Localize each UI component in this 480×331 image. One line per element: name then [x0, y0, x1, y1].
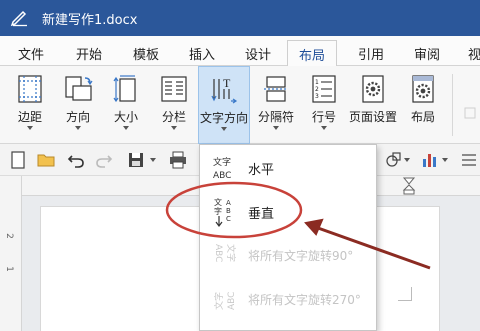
rotate-90-text-icon: 文字 ABC	[213, 244, 237, 262]
new-document-icon[interactable]	[8, 150, 28, 170]
svg-text:1: 1	[315, 79, 319, 86]
size-label: 大小	[113, 110, 138, 124]
layout-gear-icon	[412, 75, 434, 103]
vertical-text-icon: 文 字 A B C	[214, 197, 231, 227]
menu-item-vertical[interactable]: 文 字 A B C 垂直	[200, 189, 376, 233]
save-icon[interactable]	[126, 150, 146, 170]
open-folder-icon[interactable]	[36, 150, 56, 170]
layout-label: 布局	[410, 110, 435, 124]
svg-text:ABC: ABC	[213, 171, 231, 181]
ruler-tick: 1	[3, 266, 14, 272]
columns-icon	[161, 76, 187, 102]
svg-text:ABC: ABC	[227, 292, 237, 310]
layout-button[interactable]: 布局	[404, 66, 442, 144]
menu-item-label: 将所有文字旋转90°	[248, 249, 354, 263]
chevron-down-icon	[171, 126, 177, 130]
faded-icon	[464, 107, 476, 119]
ribbon-divider	[452, 74, 453, 136]
ribbon-tab-bar: 文件 开始 模板 插入 设计 布局 引用 审阅 视	[0, 36, 480, 67]
menu-item-horizontal[interactable]: 文字 ABC 水平	[200, 145, 376, 189]
chevron-down-icon	[123, 126, 129, 130]
svg-text:A: A	[226, 199, 231, 207]
undo-icon[interactable]	[66, 150, 86, 170]
text-direction-icon: T	[211, 76, 238, 104]
tab-insert[interactable]: 插入	[189, 44, 215, 63]
orientation-icon	[65, 76, 93, 101]
chevron-down-icon[interactable]	[442, 158, 448, 162]
chevron-down-icon[interactable]	[150, 158, 156, 162]
svg-text:T: T	[223, 76, 231, 90]
tab-layout[interactable]: 布局	[287, 40, 338, 67]
svg-text:字: 字	[214, 206, 222, 216]
tab-view[interactable]: 视	[468, 44, 480, 63]
chevron-down-icon	[273, 126, 279, 130]
chevron-down-icon	[27, 126, 33, 130]
chevron-down-icon	[221, 127, 227, 131]
menu-item-label: 水平	[248, 163, 275, 178]
vertical-ruler[interactable]: 2 1	[0, 176, 22, 331]
svg-text:B: B	[226, 207, 231, 215]
margins-label: 边距	[17, 110, 42, 124]
svg-text:2: 2	[315, 86, 319, 93]
window-title: 新建写作1.docx	[42, 13, 138, 28]
title-bar: 新建写作1.docx	[0, 0, 480, 36]
page-setup-gear-icon	[362, 75, 384, 103]
text-direction-menu: 文字 ABC 水平 文 字 A B C 垂直 文字 ABC 将所有文字旋转90°…	[199, 144, 377, 331]
chart-icon[interactable]	[420, 150, 440, 170]
svg-text:3: 3	[315, 93, 319, 100]
print-icon[interactable]	[168, 150, 188, 170]
svg-text:C: C	[226, 215, 231, 223]
size-button[interactable]: 大小	[104, 66, 148, 144]
svg-text:文字: 文字	[213, 156, 231, 168]
svg-text:文字: 文字	[213, 292, 225, 310]
breaks-button[interactable]: 分隔符	[252, 66, 300, 144]
orientation-label: 方向	[65, 110, 90, 124]
columns-label: 分栏	[161, 110, 186, 124]
shape-icon[interactable]	[383, 150, 403, 170]
chevron-down-icon	[321, 126, 327, 130]
tab-templates[interactable]: 模板	[133, 44, 159, 63]
line-numbers-icon: 1 2 3	[312, 75, 336, 103]
text-direction-button[interactable]: T 文字方向	[198, 66, 250, 144]
line-numbers-button[interactable]: 1 2 3 行号	[304, 66, 344, 144]
indent-marker-icon[interactable]	[402, 177, 416, 195]
svg-text:文: 文	[214, 197, 222, 207]
page-break-icon	[264, 76, 288, 102]
redo-icon[interactable]	[94, 150, 114, 170]
page-setup-button[interactable]: 页面设置	[346, 66, 400, 144]
tab-file[interactable]: 文件	[18, 44, 44, 63]
page-size-icon	[113, 75, 136, 103]
list-icon[interactable]	[458, 150, 478, 170]
chevron-down-icon	[75, 126, 81, 130]
margins-button[interactable]: 边距	[8, 66, 52, 144]
chevron-down-icon[interactable]	[404, 158, 410, 162]
tab-home[interactable]: 开始	[76, 44, 102, 63]
rotate-270-text-icon: 文字 ABC	[213, 292, 237, 310]
horizontal-text-icon: 文字 ABC	[213, 156, 231, 181]
columns-button[interactable]: 分栏	[152, 66, 196, 144]
orientation-button[interactable]: 方向	[56, 66, 100, 144]
menu-item-label: 将所有文字旋转270°	[248, 293, 361, 307]
tab-references[interactable]: 引用	[358, 44, 384, 63]
menu-item-label: 垂直	[248, 207, 275, 222]
pen-icon	[10, 10, 27, 27]
page-setup-label: 页面设置	[348, 110, 397, 124]
tab-review[interactable]: 审阅	[414, 44, 440, 63]
tab-design[interactable]: 设计	[245, 44, 271, 63]
ribbon-layout-panel: 边距 方向 大小 分栏 T 文字方向 分隔符 1 2 3 行号 页面设置 布局	[0, 66, 480, 144]
svg-text:ABC: ABC	[213, 244, 223, 262]
text-direction-label: 文字方向	[199, 111, 248, 125]
margins-icon	[18, 75, 42, 103]
menu-item-rotate-270[interactable]: 文字 ABC 将所有文字旋转270°	[200, 277, 376, 321]
ruler-tick: 2	[3, 233, 14, 239]
menu-item-rotate-90[interactable]: 文字 ABC 将所有文字旋转90°	[200, 233, 376, 277]
margin-corner-mark	[398, 287, 412, 301]
svg-text:文字: 文字	[225, 244, 237, 262]
line-numbers-label: 行号	[311, 110, 336, 124]
breaks-label: 分隔符	[257, 110, 294, 124]
